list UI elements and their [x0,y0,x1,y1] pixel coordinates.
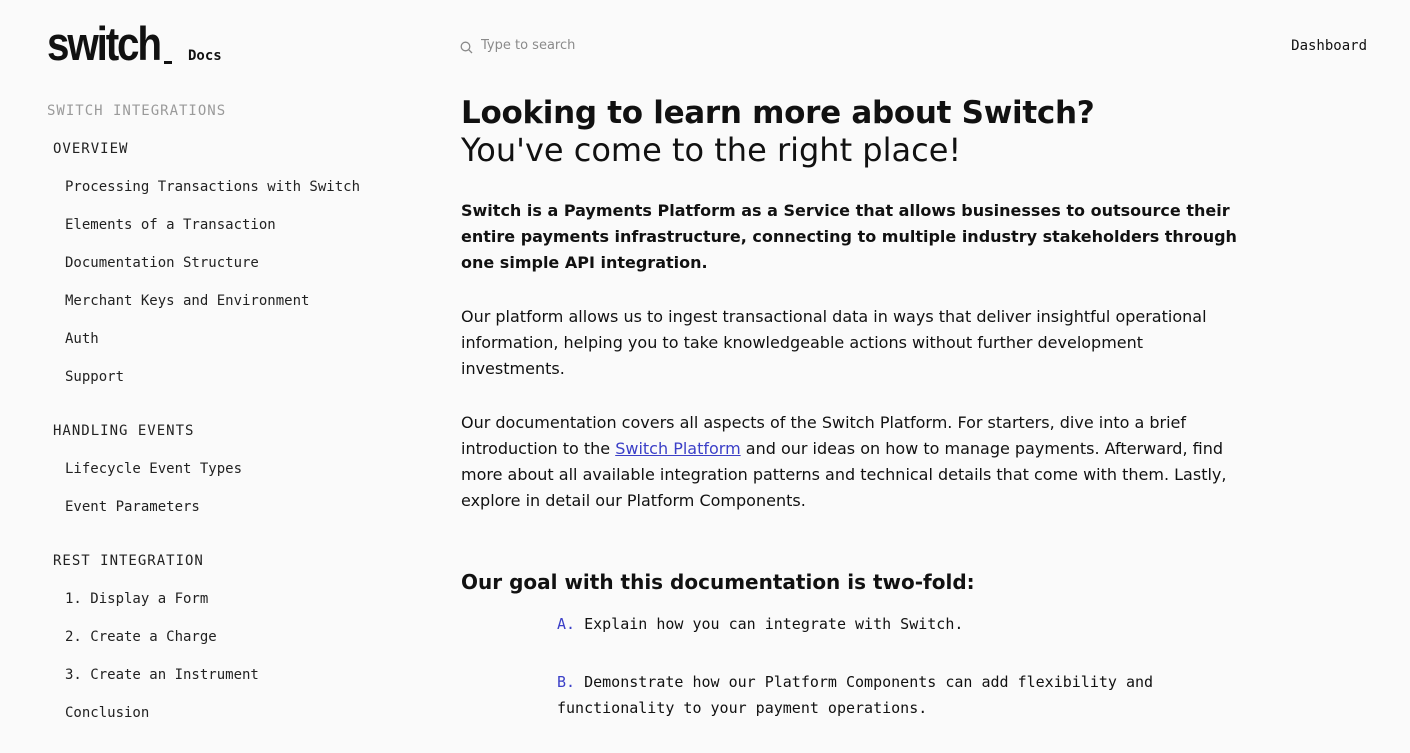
section-header-overview[interactable]: OVERVIEW [53,138,437,176]
goal-heading: Our goal with this documentation is two-… [461,570,975,594]
logo-underscore [164,61,173,64]
goal-letter: A. [557,615,576,633]
page-subtitle: You've come to the right place! [461,131,962,169]
goal-item-a: A. Explain how you can integrate with Sw… [557,611,1217,637]
switch-logo[interactable]: switch [47,17,173,70]
section-header-rest-integration[interactable]: REST INTEGRATION [53,550,437,588]
platform-paragraph: Our platform allows us to ingest transac… [461,307,1207,378]
goal-letter: B. [557,673,576,691]
sidebar-item-processing-transactions[interactable]: Processing Transactions with Switch [65,176,437,214]
sidebar-item-auth[interactable]: Auth [65,328,437,366]
sidebar-item-elements-of-transaction[interactable]: Elements of a Transaction [65,214,437,252]
goal-item-b: B. Demonstrate how our Platform Componen… [557,669,1217,721]
logo-text: switch [47,17,162,70]
sidebar-item-documentation-structure[interactable]: Documentation Structure [65,252,437,290]
section-header-handling-events[interactable]: HANDLING EVENTS [53,420,437,458]
sidebar-title: SWITCH INTEGRATIONS [47,103,227,119]
sidebar-item-event-parameters[interactable]: Event Parameters [65,496,437,534]
search-bar[interactable] [460,38,781,54]
main-content: Looking to learn more about Switch? You'… [461,94,1241,753]
docs-label: Docs [188,48,222,64]
sidebar-nav: SWITCH INTEGRATIONS OVERVIEW Processing … [47,100,437,740]
goal-text: Explain how you can integrate with Switc… [584,615,964,633]
sidebar-item-support[interactable]: Support [65,366,437,404]
search-icon [460,39,473,54]
sidebar-item-display-form[interactable]: 1. Display a Form [65,588,437,626]
sidebar-item-create-charge[interactable]: 2. Create a Charge [65,626,437,664]
sidebar-item-merchant-keys[interactable]: Merchant Keys and Environment [65,290,437,328]
dashboard-link[interactable]: Dashboard [1291,38,1367,54]
goal-list: A. Explain how you can integrate with Sw… [557,611,1217,721]
sidebar-item-create-instrument[interactable]: 3. Create an Instrument [65,664,437,702]
page-title: Looking to learn more about Switch? [461,95,1095,131]
switch-platform-link[interactable]: Switch Platform [615,439,740,458]
sidebar-item-lifecycle-event-types[interactable]: Lifecycle Event Types [65,458,437,496]
intro-paragraph: Switch is a Payments Platform as a Servi… [461,201,1237,272]
search-input[interactable] [481,38,781,53]
documentation-paragraph: Our documentation covers all aspects of … [461,410,1241,514]
goal-text: Demonstrate how our Platform Components … [557,673,1154,717]
sidebar-item-conclusion[interactable]: Conclusion [65,702,437,740]
